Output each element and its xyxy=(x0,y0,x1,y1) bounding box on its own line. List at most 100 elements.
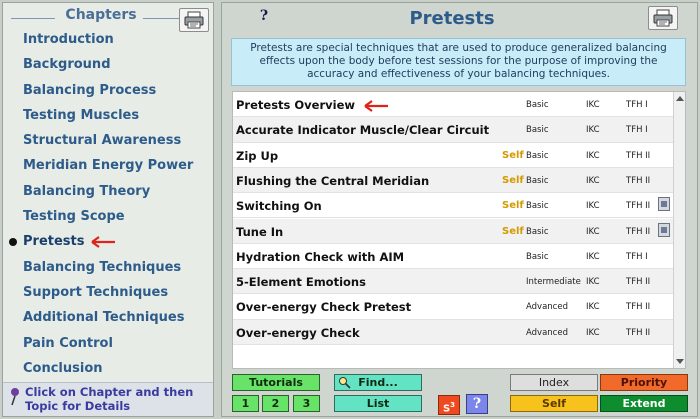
topic-level: Basic xyxy=(526,175,549,186)
chapter-description: Pretests are special techniques that are… xyxy=(231,38,686,86)
chapter-label: Pretests xyxy=(23,234,85,250)
topic-level: Basic xyxy=(526,226,549,237)
topic-level: Basic xyxy=(526,125,549,136)
topic-name: Tune In xyxy=(236,224,284,239)
list-button[interactable]: List xyxy=(334,395,422,412)
sidebar-hint: Click on Chapter and then Topic for Deta… xyxy=(3,382,213,416)
chapter-item[interactable]: Pretests xyxy=(3,229,215,254)
topic-tfh: TFH II xyxy=(626,327,651,338)
topic-name: Over-energy Check Pretest xyxy=(236,300,412,315)
chapter-item[interactable]: Background xyxy=(3,52,215,77)
chapter-item[interactable]: Balancing Theory xyxy=(3,179,215,204)
chapters-sidebar: Chapters Introduction Background Balancing… xyxy=(2,2,214,417)
chapter-item[interactable]: Introduction xyxy=(3,27,215,52)
chapter-item[interactable]: Testing Muscles xyxy=(3,103,215,128)
scroll-up-arrow-icon[interactable] xyxy=(676,96,684,101)
self-tag: Self xyxy=(502,200,524,212)
header-rule-right xyxy=(143,18,183,19)
index-button[interactable]: Index xyxy=(510,374,598,391)
find-button[interactable]: Find... xyxy=(334,374,422,391)
topic-ikc: IKC xyxy=(586,150,600,161)
priority-button[interactable]: Priority xyxy=(600,374,688,391)
topic-scrollbar[interactable] xyxy=(673,92,685,368)
video-clip-icon[interactable] xyxy=(658,197,670,212)
topic-list: Pretests Overview Basic IKC TFH I Accurate I… xyxy=(232,91,686,369)
chapter-item[interactable]: Meridian Energy Power xyxy=(3,153,215,178)
topic-ikc: IKC xyxy=(586,277,600,288)
s3-button[interactable]: S3 xyxy=(438,395,460,415)
topic-tfh: TFH I xyxy=(626,100,648,110)
topic-level: Advanced xyxy=(526,327,568,338)
topic-row[interactable]: Tune In Self Basic IKC TFH II xyxy=(233,218,674,244)
topic-ikc: IKC xyxy=(586,201,600,212)
tutorial-page-2-button[interactable]: 2 xyxy=(262,395,289,412)
chapter-label: Support Techniques xyxy=(23,284,169,300)
topic-name: Accurate Indicator Muscle/Clear Circuit xyxy=(236,123,490,138)
topic-ikc: IKC xyxy=(586,226,600,237)
chapter-label: Testing Scope xyxy=(23,209,125,225)
extend-button[interactable]: Extend xyxy=(600,395,688,412)
topic-ikc: IKC xyxy=(586,327,600,338)
chapter-label: Structural Awareness xyxy=(23,133,182,149)
topic-row[interactable]: Switching On Self Basic IKC TFH II xyxy=(233,193,674,219)
topic-row[interactable]: Over-energy Check Pretest Advanced IKC TFH … xyxy=(233,294,674,320)
topic-ikc: IKC xyxy=(586,125,600,136)
topic-row[interactable]: 5-Element Emotions Intermediate IKC TFH II xyxy=(233,269,674,295)
video-clip-icon[interactable] xyxy=(658,222,670,237)
self-button[interactable]: Self xyxy=(510,395,598,412)
chapter-item[interactable]: Structural Awareness xyxy=(3,128,215,153)
topic-row[interactable]: Hydration Check with AIM Basic IKC TFH I xyxy=(233,244,674,270)
scroll-down-arrow-icon[interactable] xyxy=(676,359,684,364)
chapter-label: Balancing Techniques xyxy=(23,259,182,275)
tutorial-page-3-button[interactable]: 3 xyxy=(293,395,320,412)
topic-tfh: TFH I xyxy=(626,251,648,262)
chapter-item[interactable]: Balancing Process xyxy=(3,78,215,103)
chapter-item[interactable]: Conclusion xyxy=(3,356,215,381)
self-tag: Self xyxy=(502,149,524,161)
topic-level: Basic xyxy=(526,251,549,262)
topic-level: Basic xyxy=(526,201,549,212)
chapter-label: Background xyxy=(23,57,111,73)
chapter-item[interactable]: Testing Scope xyxy=(3,204,215,229)
red-left-arrow-icon xyxy=(91,235,116,248)
chapter-label: Additional Techniques xyxy=(23,310,185,326)
topic-row[interactable]: Accurate Indicator Muscle/Clear Circuit B… xyxy=(233,117,674,143)
topic-row[interactable]: Zip Up Self Basic IKC TFH II xyxy=(233,143,674,168)
header-rule-left xyxy=(11,18,55,19)
topic-ikc: IKC xyxy=(586,100,600,110)
tutorials-button[interactable]: Tutorials xyxy=(232,374,320,391)
chapter-label: Conclusion xyxy=(23,360,103,376)
chapter-label: Testing Muscles xyxy=(23,107,140,123)
chapter-label: Meridian Energy Power xyxy=(23,158,194,174)
topic-ikc: IKC xyxy=(586,175,600,186)
sidebar-title: Chapters xyxy=(65,7,137,23)
topic-level: Basic xyxy=(526,100,549,110)
topic-name: Over-energy Check xyxy=(236,325,360,340)
topic-tfh: TFH I xyxy=(626,125,648,136)
topic-ikc: IKC xyxy=(586,251,600,262)
self-tag: Self xyxy=(502,225,524,237)
topic-name: Pretests Overview xyxy=(236,98,389,112)
help-button[interactable]: ? xyxy=(256,8,272,24)
chapter-item[interactable]: Support Techniques xyxy=(3,280,215,305)
page-title: Pretests xyxy=(409,8,495,29)
chapter-item[interactable]: Balancing Techniques xyxy=(3,255,215,280)
topic-tfh: TFH II xyxy=(626,277,651,288)
chapter-item[interactable]: Pain Control xyxy=(3,331,215,356)
tutorial-page-1-button[interactable]: 1 xyxy=(232,395,259,412)
chapter-list: Introduction Background Balancing Process T… xyxy=(3,27,215,381)
chapter-label: Introduction xyxy=(23,32,114,47)
topic-tfh: TFH II xyxy=(626,226,651,237)
topic-level: Basic xyxy=(526,150,549,161)
topic-row[interactable]: Flushing the Central Meridian Self Basic IK… xyxy=(233,167,674,194)
red-left-arrow-icon xyxy=(364,99,388,112)
topic-name: Switching On xyxy=(236,199,322,214)
main-panel: ? Pretests Pretests are special techniqu… xyxy=(221,2,698,417)
chapter-label: Balancing Theory xyxy=(23,183,151,199)
topic-row[interactable]: Over-energy Check Advanced IKC TFH II xyxy=(233,319,674,345)
topic-row[interactable]: Pretests Overview Basic IKC TFH I xyxy=(233,92,674,118)
chapter-item[interactable]: Additional Techniques xyxy=(3,305,215,330)
s3-superscript: 3 xyxy=(450,401,456,409)
question-button[interactable]: ? xyxy=(466,394,488,414)
main-print-button[interactable] xyxy=(648,6,678,30)
